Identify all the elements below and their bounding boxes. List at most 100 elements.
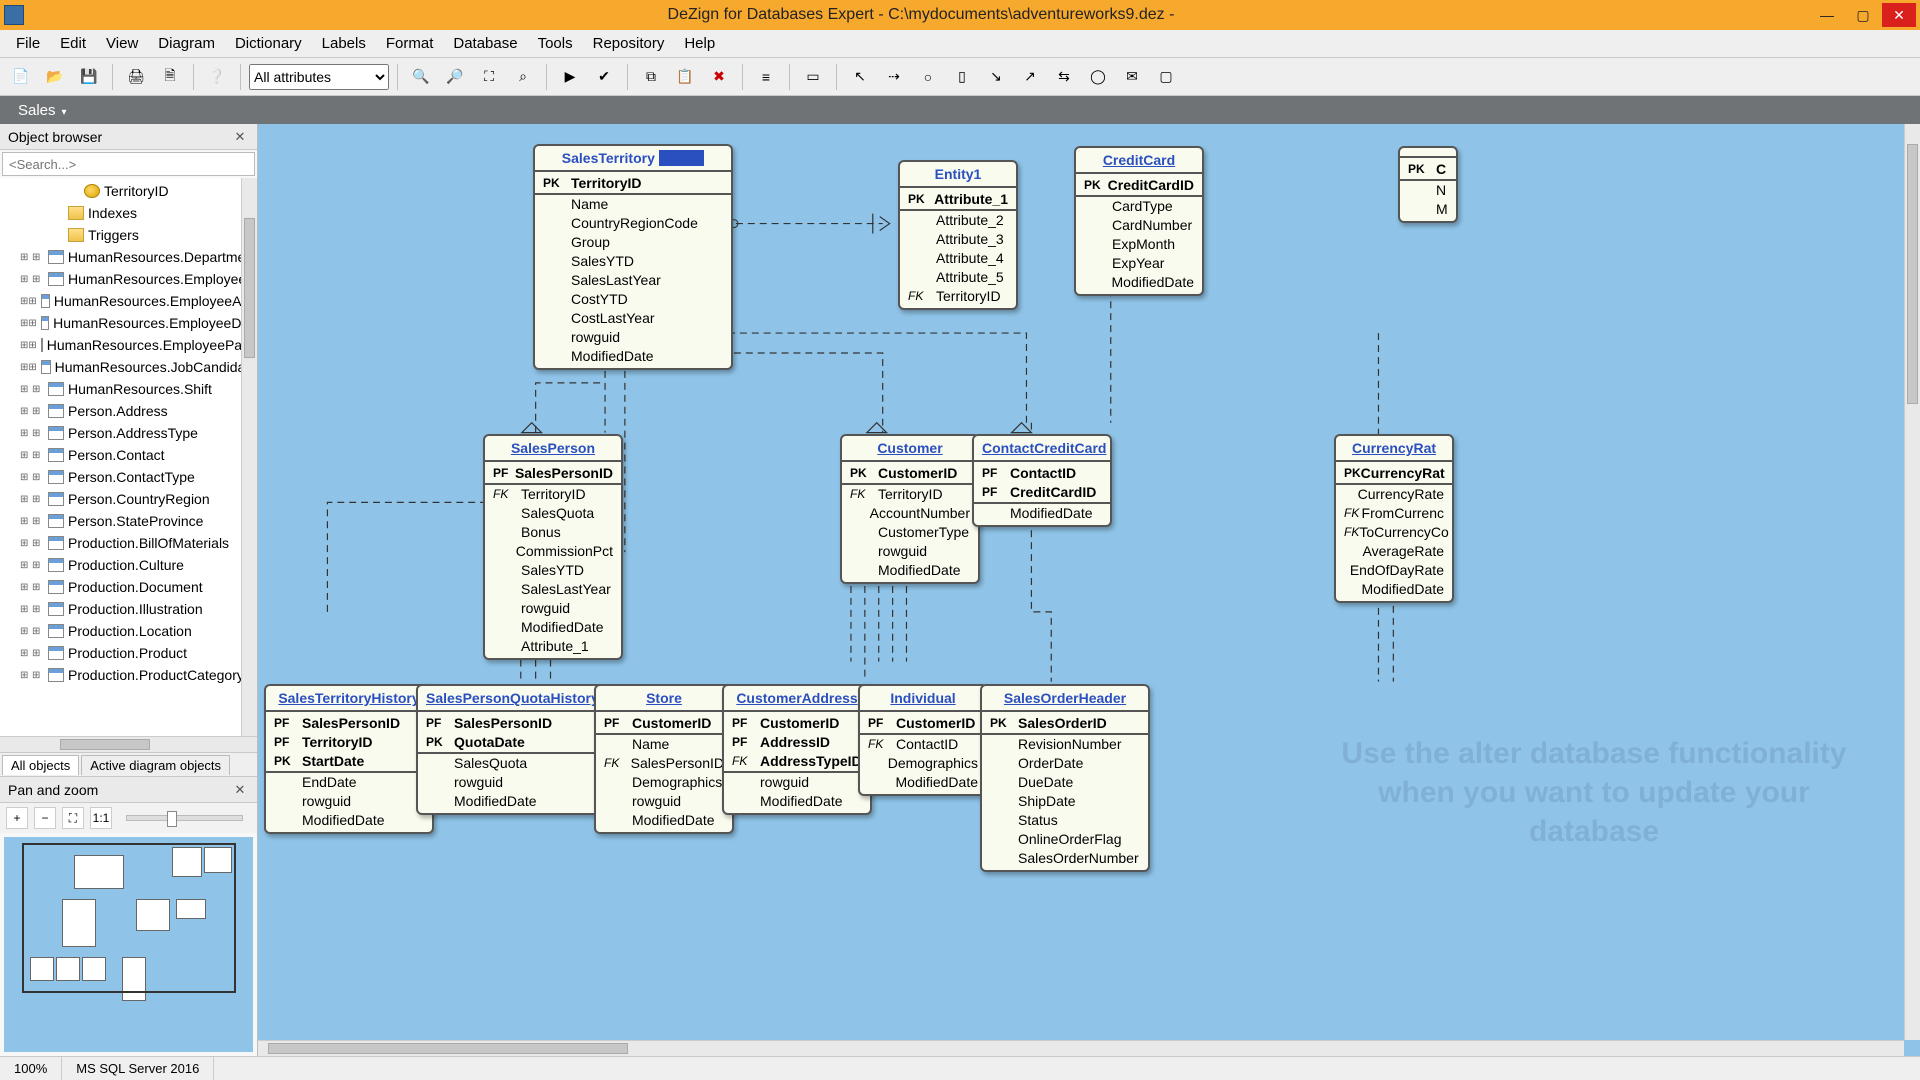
- expand-icon[interactable]: ⊞: [32, 604, 44, 615]
- tree-table-node[interactable]: ⊞⊞Person.AddressType: [0, 422, 257, 444]
- pz-zoom-out[interactable]: −: [34, 807, 56, 829]
- zoom-100-button[interactable]: ⌕: [508, 62, 538, 92]
- object-browser-tab[interactable]: Active diagram objects: [81, 755, 230, 775]
- object-browser-tab[interactable]: All objects: [2, 755, 79, 775]
- expand-icon[interactable]: ⊞: [32, 670, 44, 681]
- entity-currencyRate[interactable]: CurrencyRatPKCurrencyRatCurrencyRateFKFr…: [1334, 434, 1454, 603]
- diagram-canvas[interactable]: Use the alter database functionality whe…: [258, 124, 1920, 1056]
- tree-table-node[interactable]: ⊞⊞Production.Location: [0, 620, 257, 642]
- entity-creditCard[interactable]: CreditCardPKCreditCardIDCardTypeCardNumb…: [1074, 146, 1204, 296]
- entity-store[interactable]: StorePFCustomerIDNameFKSalesPersonIDDemo…: [594, 684, 734, 834]
- pz-minimap[interactable]: [4, 837, 253, 1052]
- menu-tools[interactable]: Tools: [528, 31, 583, 56]
- expand-icon[interactable]: ⊞: [20, 494, 32, 505]
- copy-button[interactable]: ⧉: [636, 62, 666, 92]
- menu-help[interactable]: Help: [674, 31, 725, 56]
- expand-icon[interactable]: ⊞: [28, 340, 36, 351]
- tree-node[interactable]: Triggers: [0, 224, 257, 246]
- expand-icon[interactable]: ⊞: [20, 670, 32, 681]
- expand-icon[interactable]: ⊞: [20, 428, 32, 439]
- expand-icon[interactable]: ⊞: [20, 582, 32, 593]
- entity-contactCreditCard[interactable]: ContactCreditCardPFContactIDPFCreditCard…: [972, 434, 1112, 527]
- relation-tool-2[interactable]: ○: [913, 62, 943, 92]
- relation-tool-5[interactable]: ↗: [1015, 62, 1045, 92]
- tree-table-node[interactable]: ⊞⊞Production.Product: [0, 642, 257, 664]
- object-tree[interactable]: TerritoryIDIndexesTriggers⊞⊞HumanResourc…: [0, 178, 257, 736]
- canvas-scrollbar-vertical[interactable]: [1904, 124, 1920, 1040]
- menu-file[interactable]: File: [6, 31, 50, 56]
- expand-icon[interactable]: ⊞: [28, 318, 36, 329]
- tree-table-node[interactable]: ⊞⊞HumanResources.Department: [0, 246, 257, 268]
- pz-zoom-in[interactable]: +: [6, 807, 28, 829]
- expand-icon[interactable]: ⊞: [32, 626, 44, 637]
- search-input[interactable]: [2, 152, 255, 176]
- new-button[interactable]: 📄: [6, 62, 36, 92]
- check-button[interactable]: ✔: [589, 62, 619, 92]
- tree-scrollbar-vertical[interactable]: [241, 178, 257, 736]
- pz-actual[interactable]: 1:1: [90, 807, 112, 829]
- expand-icon[interactable]: ⊞: [32, 648, 44, 659]
- menu-diagram[interactable]: Diagram: [148, 31, 225, 56]
- entity-partial1[interactable]: PKCNM: [1398, 146, 1458, 223]
- entity-customer[interactable]: CustomerPKCustomerIDFKTerritoryIDAccount…: [840, 434, 980, 584]
- entity-salesTerritory[interactable]: SalesTerritoryXPKTerritoryIDNameCountryR…: [533, 144, 733, 370]
- image-tool[interactable]: ✉: [1117, 62, 1147, 92]
- expand-icon[interactable]: ⊞: [20, 648, 32, 659]
- tree-table-node[interactable]: ⊞⊞HumanResources.EmployeeDep: [0, 312, 257, 334]
- attributes-combo[interactable]: All attributes: [249, 64, 389, 90]
- zoom-out-button[interactable]: 🔎: [440, 62, 470, 92]
- menu-edit[interactable]: Edit: [50, 31, 96, 56]
- tree-table-node[interactable]: ⊞⊞Production.Illustration: [0, 598, 257, 620]
- validate-button[interactable]: ▶: [555, 62, 585, 92]
- tree-table-node[interactable]: ⊞⊞Person.StateProvince: [0, 510, 257, 532]
- pan-zoom-close[interactable]: ✕: [231, 781, 249, 799]
- tree-node[interactable]: TerritoryID: [0, 180, 257, 202]
- help-button[interactable]: ❔: [202, 62, 232, 92]
- expand-icon[interactable]: ⊞: [20, 516, 32, 527]
- print-button[interactable]: 🖨: [121, 62, 151, 92]
- tree-table-node[interactable]: ⊞⊞Production.Culture: [0, 554, 257, 576]
- expand-icon[interactable]: ⊞: [32, 516, 44, 527]
- expand-icon[interactable]: ⊞: [32, 428, 44, 439]
- paste-button[interactable]: 📋: [670, 62, 700, 92]
- expand-icon[interactable]: ⊞: [32, 560, 44, 571]
- open-button[interactable]: 📂: [40, 62, 70, 92]
- menu-labels[interactable]: Labels: [312, 31, 376, 56]
- entity-salesOrderHeader[interactable]: SalesOrderHeaderPKSalesOrderIDRevisionNu…: [980, 684, 1150, 872]
- pointer-tool[interactable]: ↖: [845, 62, 875, 92]
- canvas-scrollbar-horizontal[interactable]: [258, 1040, 1904, 1056]
- tree-table-node[interactable]: ⊞⊞Production.ProductCategory: [0, 664, 257, 686]
- object-browser-close[interactable]: ✕: [231, 128, 249, 146]
- menu-repository[interactable]: Repository: [583, 31, 675, 56]
- expand-icon[interactable]: ⊞: [32, 384, 44, 395]
- maximize-button[interactable]: ▢: [1846, 3, 1880, 27]
- menu-view[interactable]: View: [96, 31, 148, 56]
- entity-salesTerritoryHistory[interactable]: SalesTerritoryHistoryPFSalesPersonIDPFTe…: [264, 684, 434, 834]
- expand-icon[interactable]: ⊞: [20, 384, 32, 395]
- expand-icon[interactable]: ⊞: [20, 472, 32, 483]
- expand-icon[interactable]: ⊞: [28, 362, 36, 373]
- tree-node[interactable]: Indexes: [0, 202, 257, 224]
- expand-icon[interactable]: ⊞: [20, 252, 32, 263]
- expand-icon[interactable]: ⊞: [20, 406, 32, 417]
- menu-database[interactable]: Database: [443, 31, 527, 56]
- expand-icon[interactable]: ⊞: [32, 274, 44, 285]
- pz-fit[interactable]: ⛶: [62, 807, 84, 829]
- expand-icon[interactable]: ⊞: [20, 538, 32, 549]
- menu-dictionary[interactable]: Dictionary: [225, 31, 312, 56]
- align-button[interactable]: ≡: [751, 62, 781, 92]
- expand-icon[interactable]: ⊞: [28, 296, 36, 307]
- expand-icon[interactable]: ⊞: [20, 274, 32, 285]
- tree-table-node[interactable]: ⊞⊞Production.Document: [0, 576, 257, 598]
- expand-icon[interactable]: ⊞: [20, 604, 32, 615]
- region-tool[interactable]: ▢: [1151, 62, 1181, 92]
- expand-icon[interactable]: ⊞: [20, 296, 28, 307]
- tree-table-node[interactable]: ⊞⊞Person.CountryRegion: [0, 488, 257, 510]
- zoom-fit-button[interactable]: ⛶: [474, 62, 504, 92]
- entity-customerAddress[interactable]: CustomerAddressPFCustomerIDPFAddressIDFK…: [722, 684, 872, 815]
- relation-tool-1[interactable]: ⇢: [879, 62, 909, 92]
- minimize-button[interactable]: —: [1810, 3, 1844, 27]
- expand-icon[interactable]: ⊞: [32, 538, 44, 549]
- tree-table-node[interactable]: ⊞⊞HumanResources.EmployeePayH: [0, 334, 257, 356]
- tree-table-node[interactable]: ⊞⊞HumanResources.EmployeeAdd: [0, 290, 257, 312]
